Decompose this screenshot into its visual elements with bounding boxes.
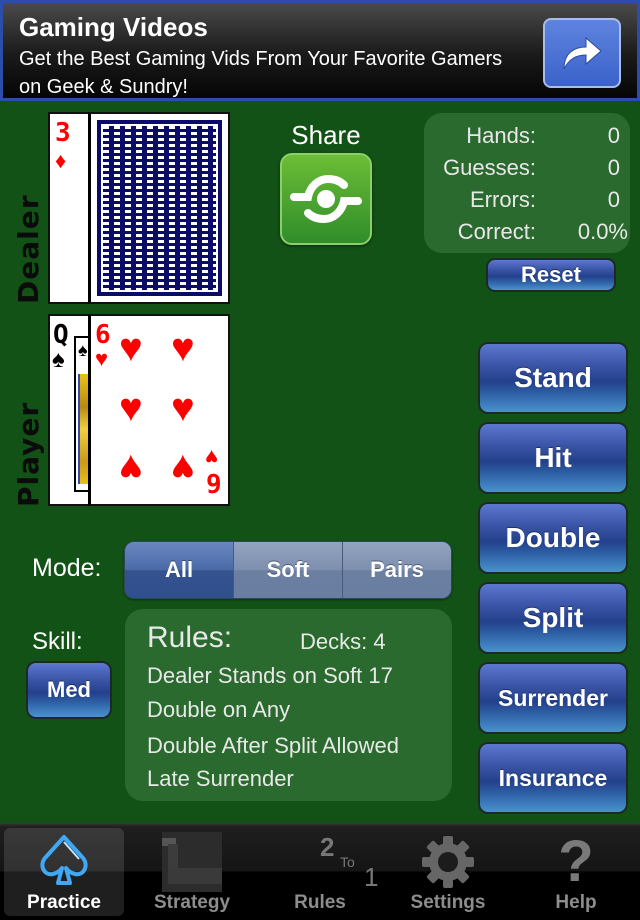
double-button[interactable]: Double (478, 502, 628, 574)
share-label: Share (291, 120, 361, 150)
skill-label: Skill: (32, 628, 83, 655)
icon-text: 1 (364, 862, 379, 892)
stat-value: 0 (607, 155, 620, 180)
heart-pip: ♥ (119, 326, 143, 370)
dealer-card-up: 3 ♦ (48, 112, 92, 304)
mode-option-soft[interactable]: Soft (233, 542, 342, 598)
surrender-button[interactable]: Surrender (478, 662, 628, 734)
hit-button[interactable]: Hit (478, 422, 628, 494)
rules-panel: Rules: Decks: 4 Dealer Stands on Soft 17… (125, 609, 452, 801)
icon-text: 2 (320, 832, 335, 862)
dealer-card-hole (88, 112, 230, 304)
rules-decks: Decks: 4 (300, 629, 386, 654)
stat-label: Errors: (470, 187, 536, 212)
tab-label: Help (555, 892, 597, 913)
card-back-pattern (101, 124, 218, 292)
two-to-one-icon: 2 To 1 (260, 832, 380, 892)
split-button[interactable]: Split (478, 582, 628, 654)
gear-icon (388, 832, 508, 892)
stat-hands: Hands: 0 (424, 123, 630, 155)
spade-icon (4, 832, 124, 892)
icon-text: To (340, 854, 355, 870)
share-arrow-icon (563, 36, 602, 70)
tab-label: Rules (294, 892, 346, 913)
question-icon: ? (558, 829, 594, 894)
rules-line: Double on Any (147, 697, 291, 722)
ad-banner[interactable]: Gaming Videos Get the Best Gaming Vids F… (0, 0, 640, 101)
tab-rules[interactable]: 2 To 1 Rules (260, 828, 380, 916)
tab-label: Strategy (153, 892, 231, 913)
ad-title: Gaming Videos (19, 12, 208, 42)
rules-line: Late Surrender (147, 766, 294, 791)
stat-correct: Correct: 0.0% (424, 219, 630, 251)
stat-label: Correct: (457, 219, 536, 244)
tab-practice[interactable]: Practice (4, 828, 124, 916)
card-rank: Q (53, 320, 69, 350)
player-label: Player (12, 401, 45, 507)
card-rank: 3 (55, 118, 71, 148)
rules-line: Double After Split Allowed (147, 733, 399, 758)
stats-panel: Hands: 0 Guesses: 0 Errors: 0 Correct: 0… (424, 113, 630, 253)
strategy-chart-icon (132, 832, 252, 892)
stand-button[interactable]: Stand (478, 342, 628, 414)
spade-suit-icon: ♠ (78, 340, 88, 360)
heart-pip: ♥ (119, 446, 143, 490)
share-button[interactable] (280, 153, 372, 245)
heart-pip: ♥ (171, 446, 195, 490)
stat-label: Guesses: (443, 155, 536, 180)
tab-label: Practice (27, 892, 101, 913)
heart-pip: ♥ (119, 386, 143, 430)
spade-suit-icon: ♠ (52, 346, 65, 373)
mode-label: Mode: (32, 554, 102, 582)
stat-errors: Errors: 0 (424, 187, 630, 219)
stat-value: 0.0% (577, 219, 628, 244)
card-rank-rotated: 9 (206, 470, 222, 500)
stat-value: 0 (607, 187, 620, 212)
mode-option-pairs[interactable]: Pairs (342, 542, 451, 598)
tab-strategy[interactable]: Strategy (132, 828, 252, 916)
player-card-six: 6 ♥ ♥ ♥ ♥ ♥ ♥ ♥ ♥ 9 (88, 314, 230, 506)
heart-pip: ♥ (171, 386, 195, 430)
ad-text: Get the Best Gaming Vids From Your Favor… (19, 48, 503, 98)
rules-title: Rules: (147, 621, 233, 654)
stat-label: Hands: (466, 123, 536, 148)
heart-suit-icon: ♥ (205, 445, 219, 470)
stat-value: 0 (607, 123, 620, 148)
mode-option-all[interactable]: All (125, 542, 233, 598)
tab-help[interactable]: ? Help (516, 828, 636, 916)
skill-button[interactable]: Med (26, 661, 112, 719)
insurance-button[interactable]: Insurance (478, 742, 628, 814)
tab-settings[interactable]: Settings (388, 828, 508, 916)
card-rank: 6 (95, 320, 111, 350)
reset-button[interactable]: Reset (486, 258, 616, 292)
share-icon (290, 174, 362, 224)
blackjack-trainer-screen: Gaming Videos Get the Best Gaming Vids F… (0, 0, 640, 920)
diamond-icon: ♦ (55, 148, 67, 173)
heart-suit-icon: ♥ (95, 346, 109, 371)
rules-line: Dealer Stands on Soft 17 (147, 663, 393, 688)
tab-label: Settings (410, 892, 486, 913)
player-card-queen: Q ♠ ♠ (48, 314, 92, 506)
tab-bar: Practice Strategy 2 To 1 Rules Settings … (0, 823, 640, 920)
dealer-label: Dealer (12, 194, 45, 304)
stat-guesses: Guesses: 0 (424, 155, 630, 187)
ad-action-button[interactable] (543, 18, 621, 88)
heart-pip: ♥ (171, 326, 195, 370)
mode-segmented-control: All Soft Pairs (124, 541, 452, 599)
